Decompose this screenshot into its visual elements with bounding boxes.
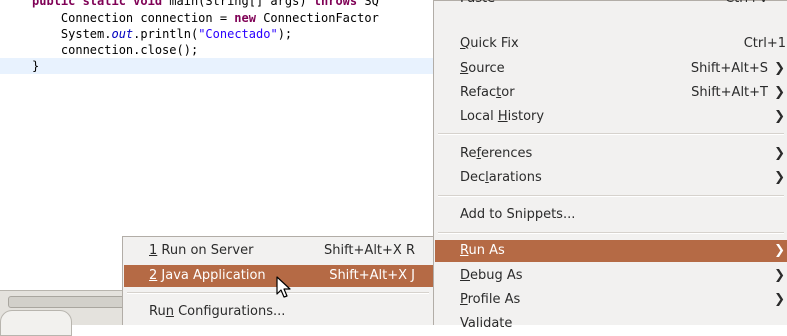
- panel-tab[interactable]: [0, 310, 72, 336]
- code-line-1: public static void main(String[] args) t…: [32, 0, 379, 8]
- code-line-2: Connection connection = new ConnectionFa…: [32, 11, 379, 25]
- menu-item-debug-as[interactable]: Debug As ❯: [435, 265, 787, 287]
- chevron-right-icon: ❯: [774, 85, 785, 100]
- context-menu: Paste Ctrl+V Quick Fix Ctrl+1 Source Shi…: [433, 0, 787, 331]
- code-line-3: System.out.println("Conectado");: [32, 27, 293, 41]
- chevron-right-icon: ❯: [774, 146, 785, 161]
- menu-item-run-on-server[interactable]: 1 Run on Server Shift+Alt+X R: [124, 240, 433, 262]
- chevron-right-icon: ❯: [774, 109, 785, 124]
- code-line-4: connection.close();: [32, 43, 199, 57]
- menu-item-paste[interactable]: Paste Ctrl+V: [435, 0, 787, 10]
- chevron-right-icon: ❯: [774, 292, 785, 307]
- menu-separator: [438, 133, 784, 135]
- menu-item-references[interactable]: References ❯: [435, 143, 787, 165]
- menu-item-profile-as[interactable]: Profile As ❯: [435, 289, 787, 311]
- chevron-right-icon: ❯: [774, 170, 785, 185]
- menu-item-local-history[interactable]: Local History ❯: [435, 106, 787, 128]
- menu-separator: [438, 195, 784, 197]
- mouse-pointer-icon: [276, 276, 291, 298]
- code-line-5: }: [0, 58, 450, 74]
- menu-item-validate[interactable]: Validate: [435, 313, 787, 335]
- menu-separator: [438, 232, 784, 234]
- menu-item-run-configurations[interactable]: Run Configurations...: [124, 301, 433, 323]
- menu-item-source[interactable]: Source Shift+Alt+S ❯: [435, 58, 787, 80]
- menu-item-run-as[interactable]: Run As ❯: [435, 240, 787, 262]
- chevron-right-icon: ❯: [774, 243, 785, 258]
- menu-item-declarations[interactable]: Declarations ❯: [435, 167, 787, 189]
- chevron-right-icon: ❯: [774, 268, 785, 283]
- menu-item-quick-fix[interactable]: Quick Fix Ctrl+1: [435, 33, 787, 55]
- chevron-right-icon: ❯: [774, 61, 785, 76]
- menu-item-add-to-snippets[interactable]: Add to Snippets...: [435, 204, 787, 226]
- menu-item-refactor[interactable]: Refactor Shift+Alt+T ❯: [435, 82, 787, 104]
